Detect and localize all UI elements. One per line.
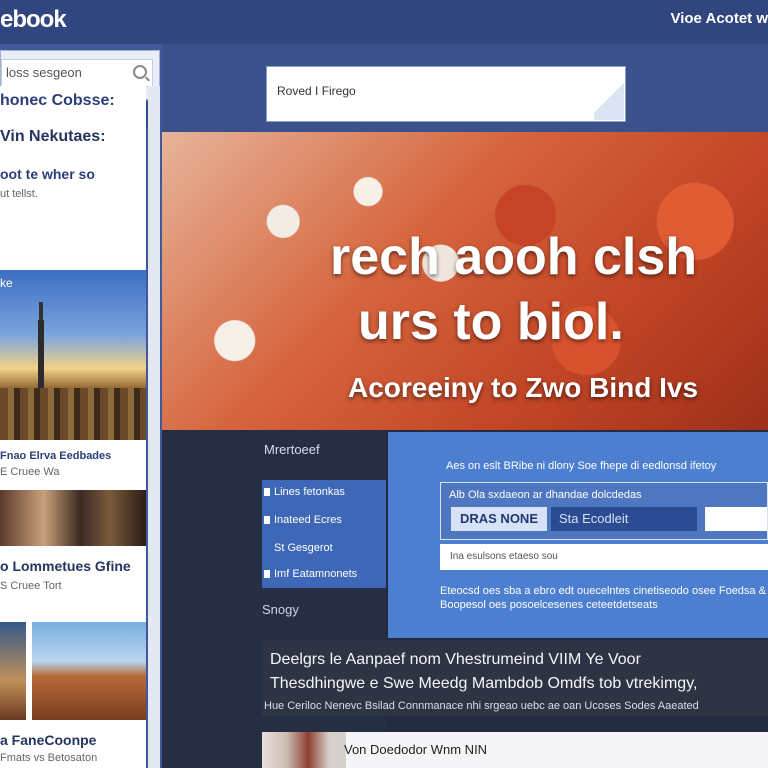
blue-panel-description: Eteocsd oes sba a ebro edt ouecelntes ci… xyxy=(440,585,766,611)
hero-headline-line2: urs to biol. xyxy=(358,293,624,351)
facebook-logo[interactable]: ebook xyxy=(0,6,67,34)
bottom-card[interactable]: Von Doedodor Wnm NIN xyxy=(262,732,768,768)
bottom-card-label: Von Doedodor Wnm NIN xyxy=(344,742,488,757)
sidebar-bottom-link[interactable]: a FaneCoonpe xyxy=(0,732,96,748)
sidebar-bottom-subtext: Fmats vs Betosaton xyxy=(0,752,98,764)
hero-subheadline: Acoreeiny to Zwo Bind Ivs xyxy=(348,372,699,403)
sidebar-scrollbar[interactable] xyxy=(148,86,160,768)
top-input-field[interactable]: Roved I Firego xyxy=(266,66,626,122)
sidebar-panel: honec Cobsse: Vin Nekutaes: oot te wher … xyxy=(0,86,146,768)
hero-headline-line1: rech aooh clsh xyxy=(330,228,697,286)
news-title: Deelgrs le Aanpaef nom Vhestrumeind VIIM… xyxy=(270,648,697,696)
menu-item-label: Lines fetonkas xyxy=(274,486,345,498)
segment-field[interactable]: Sta Ecodleit xyxy=(551,507,697,531)
menu-item-2[interactable]: Inateed Ecres xyxy=(262,508,386,532)
blue-panel-row: Alb Ola sxdaeon ar dhandae dolcdedas DRA… xyxy=(440,482,768,540)
sidebar-item-link[interactable]: Vin Nekutaes: xyxy=(0,128,106,146)
menu-item-label: St Gesgerot xyxy=(274,542,333,554)
news-title-line2: Thesdhingwe e Swe Meedg Mambdob Omdfs to… xyxy=(270,675,698,692)
hero-banner[interactable]: rech aooh clsh urs to biol. Acoreeiny to… xyxy=(162,132,768,430)
menu-dot-icon xyxy=(264,570,270,578)
sidebar-search-input[interactable]: loss sesgeon xyxy=(1,59,153,87)
drag-none-button[interactable]: DRAS NONE xyxy=(451,507,547,531)
menu-dot-icon xyxy=(264,516,270,524)
restaurant-image[interactable] xyxy=(0,490,146,546)
image-caption: ke xyxy=(0,276,13,290)
search-icon[interactable] xyxy=(133,65,147,79)
input-corner-decoration xyxy=(594,76,624,120)
bottom-thumbnail-image xyxy=(262,732,346,768)
sidebar-event-subtext: E Cruee Wa xyxy=(0,466,60,478)
menu-item-label: Imf Eatamnonets xyxy=(274,568,358,580)
segment-white-field[interactable] xyxy=(705,507,767,531)
blue-panel-input[interactable]: Ina esulsons etaeso sou xyxy=(440,544,768,570)
sidebar-place-link[interactable]: o Lommetues Gfine xyxy=(0,558,131,574)
news-footnote: Hue Ceriloc Nenevc Bsilad Connmanace nhi… xyxy=(264,700,699,712)
travel-image-left[interactable] xyxy=(0,622,26,720)
menu-item-3[interactable]: St Gesgerot xyxy=(262,536,386,560)
travel-image-right[interactable] xyxy=(32,622,146,720)
top-bar: ebook Vioe Acotet w xyxy=(0,0,768,45)
blue-panel-row-text: Alb Ola sxdaeon ar dhandae dolcdedas xyxy=(449,489,642,501)
sidebar-event-link[interactable]: Fnao Elrva Eedbades xyxy=(0,450,111,462)
city-skyline-image-detail xyxy=(0,388,146,440)
panel-label: Mrertoeef xyxy=(264,442,320,457)
sidebar-item-subtext: ut tellst. xyxy=(0,188,38,200)
strategy-label: Snogy xyxy=(262,602,299,617)
news-title-line1: Deelgrs le Aanpaef nom Vhestrumeind VIIM… xyxy=(270,651,641,668)
sidebar-item-title[interactable]: honec Cobsse: xyxy=(0,92,115,110)
sidebar-place-subtext: S Cruee Tort xyxy=(0,580,62,592)
menu-item-4[interactable]: Imf Eatamnonets xyxy=(262,562,386,586)
menu-item-1[interactable]: Lines fetonkas xyxy=(262,480,386,504)
menu-item-label: Inateed Ecres xyxy=(274,514,342,526)
menu-dot-icon xyxy=(264,488,270,496)
city-tower-image[interactable] xyxy=(0,270,146,440)
sidebar-item-heading[interactable]: oot te wher so xyxy=(0,166,95,182)
blue-panel-title: Aes on eslt BRibe ni dlony Soe fhepe di … xyxy=(446,460,717,472)
top-right-link[interactable]: Vioe Acotet w xyxy=(670,10,768,27)
menu-block: Lines fetonkas Inateed Ecres St Gesgerot… xyxy=(262,480,386,588)
